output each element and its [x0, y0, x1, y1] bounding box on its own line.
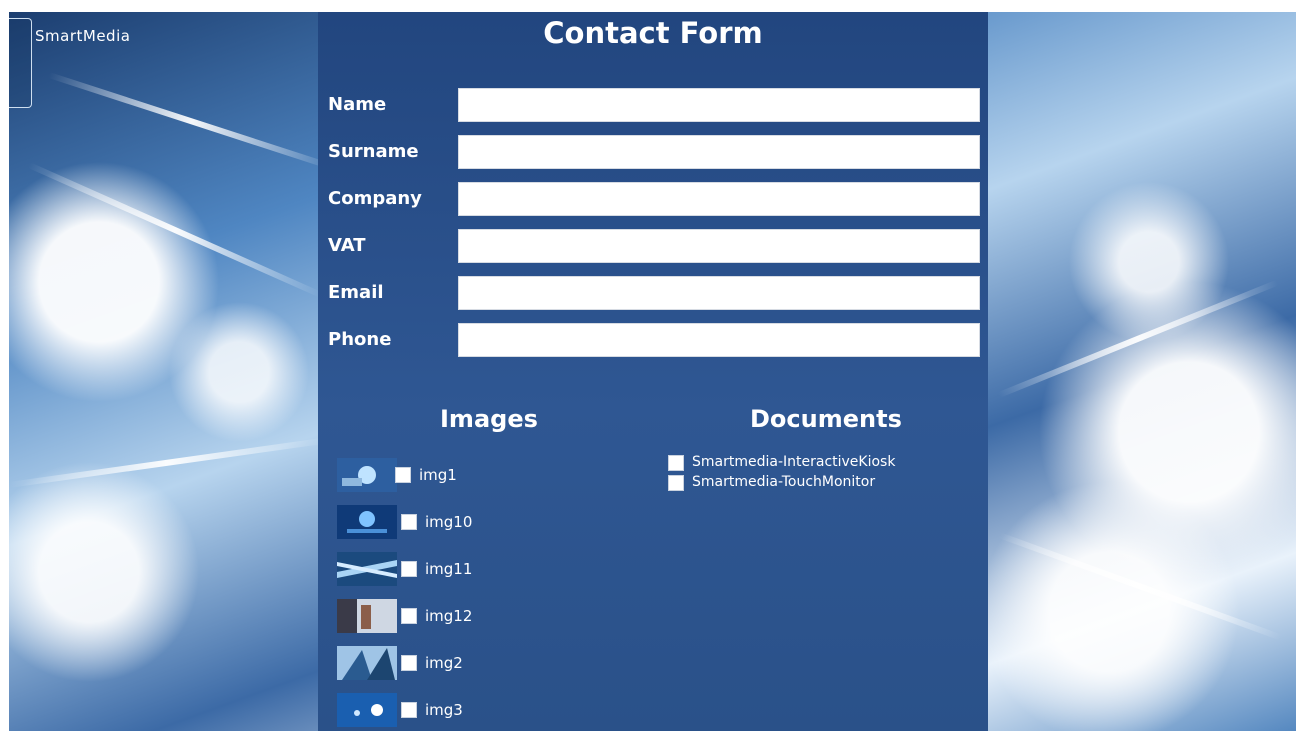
image-thumbnail: [337, 646, 397, 680]
image-thumbnail: [337, 599, 397, 633]
brand-logo: SmartMedia: [35, 27, 131, 45]
image-thumbnail: [337, 505, 397, 539]
image-thumbnail: [337, 552, 397, 586]
light-streak: [48, 72, 336, 171]
image-thumbnail: [337, 693, 397, 727]
images-heading: Images: [440, 405, 538, 433]
image-label: img3: [425, 701, 463, 719]
document-checkbox[interactable]: [668, 455, 684, 471]
field-row-vat: VAT: [328, 229, 980, 263]
contact-form-panel: Contact Form Name Surname Company VAT Em…: [318, 12, 988, 731]
surname-input[interactable]: [458, 135, 980, 169]
field-label-email: Email: [328, 282, 384, 303]
company-input[interactable]: [458, 182, 980, 216]
image-checkbox[interactable]: [401, 655, 417, 671]
image-checkbox[interactable]: [401, 561, 417, 577]
image-label: img10: [425, 513, 473, 531]
image-item: img1: [337, 458, 637, 492]
field-row-phone: Phone: [328, 323, 980, 357]
phone-input[interactable]: [458, 323, 980, 357]
field-label-phone: Phone: [328, 329, 392, 350]
vat-input[interactable]: [458, 229, 980, 263]
light-streak: [27, 162, 323, 298]
image-checkbox[interactable]: [401, 514, 417, 530]
document-item: Smartmedia-TouchMonitor: [668, 473, 968, 493]
field-label-vat: VAT: [328, 235, 366, 256]
image-thumbnail: [337, 458, 397, 492]
app-window: SmartMedia Contact Form Name Surname Com…: [9, 12, 1296, 731]
image-item: img11: [337, 552, 637, 586]
field-row-surname: Surname: [328, 135, 980, 169]
image-label: img12: [425, 607, 473, 625]
field-label-name: Name: [328, 94, 387, 115]
field-row-name: Name: [328, 88, 980, 122]
name-input[interactable]: [458, 88, 980, 122]
image-label: img2: [425, 654, 463, 672]
image-label: img11: [425, 560, 473, 578]
light-streak: [9, 437, 327, 488]
field-row-company: Company: [328, 182, 980, 216]
field-label-surname: Surname: [328, 141, 419, 162]
document-item: Smartmedia-InteractiveKiosk: [668, 453, 968, 473]
documents-heading: Documents: [750, 405, 902, 433]
image-checkbox[interactable]: [395, 467, 411, 483]
image-checkbox[interactable]: [401, 702, 417, 718]
document-checkbox[interactable]: [668, 475, 684, 491]
email-input[interactable]: [458, 276, 980, 310]
image-item: img12: [337, 599, 637, 633]
field-label-company: Company: [328, 188, 422, 209]
side-tab-handle[interactable]: [9, 18, 32, 108]
form-title: Contact Form: [543, 16, 763, 50]
document-label: Smartmedia-InteractiveKiosk: [692, 454, 896, 470]
field-row-email: Email: [328, 276, 980, 310]
image-item: img3: [337, 693, 637, 727]
image-label: img1: [419, 466, 457, 484]
light-streak: [997, 279, 1279, 398]
image-checkbox[interactable]: [401, 608, 417, 624]
light-streak: [997, 532, 1282, 641]
image-item: img2: [337, 646, 637, 680]
image-item: img10: [337, 505, 637, 539]
document-label: Smartmedia-TouchMonitor: [692, 474, 876, 490]
